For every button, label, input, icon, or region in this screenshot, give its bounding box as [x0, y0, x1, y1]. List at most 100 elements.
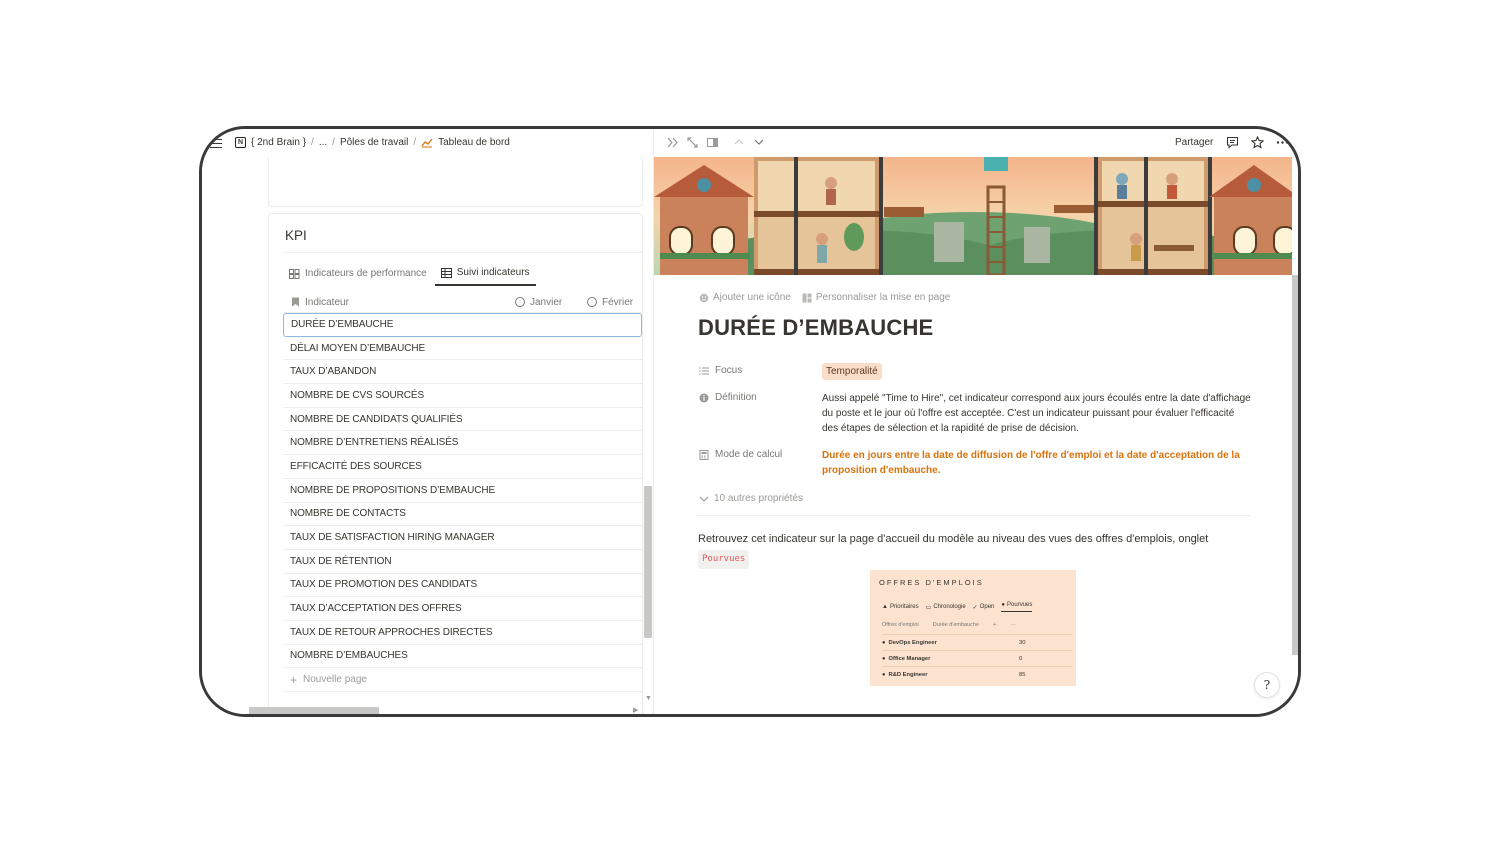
table-row[interactable]: NOMBRE D’EMBAUCHES [283, 645, 642, 669]
chevron-down-icon [699, 496, 709, 502]
column-header-indicateur[interactable]: Indicateur [291, 297, 349, 308]
embed-tab-label: Prioritaires [889, 604, 919, 610]
calc-value[interactable]: Durée en jours entre la date de diffusio… [822, 448, 1252, 478]
column-header-fevrier[interactable]: Février [587, 297, 633, 308]
kpi-title: KPI [285, 228, 307, 243]
embed-row-name: DevOps Engineer [888, 639, 937, 646]
inline-code: Pourvues [698, 550, 750, 569]
plus-icon: + [290, 672, 298, 687]
body-text: Retrouvez cet indicateur sur la page d'a… [698, 533, 1209, 545]
embed-column-header: Offres d'emploi [882, 622, 919, 628]
vertical-scrollbar[interactable] [644, 486, 652, 638]
help-button[interactable]: ? [1254, 672, 1280, 698]
customize-layout-label: Personnaliser la mise en page [815, 292, 951, 303]
table-row[interactable]: TAUX DE RÉTENTION [283, 550, 642, 574]
column-header-label: Indicateur [305, 296, 349, 308]
menu-icon[interactable] [210, 139, 222, 149]
warning-icon: ▲ [882, 604, 888, 610]
table-row[interactable]: TAUX DE RETOUR APPROCHES DIRECTES [283, 621, 642, 645]
page-title[interactable]: DURÉE D’EMBAUCHE [698, 315, 933, 341]
table-row[interactable]: DURÉE D’EMBAUCHE [283, 313, 642, 337]
add-icon-button[interactable]: Ajouter une icône [699, 292, 791, 303]
page-navigation [734, 137, 764, 147]
layout-icon [802, 293, 812, 302]
embed-title: OFFRES D'EMPLOIS [879, 578, 984, 587]
peek-actions [1226, 136, 1289, 149]
more-properties-toggle[interactable]: 10 autres propriétés [699, 493, 803, 504]
table-row[interactable]: NOMBRE DE CONTACTS [283, 503, 642, 527]
person-icon: ● [882, 655, 886, 662]
new-page-button[interactable]: + Nouvelle page [283, 668, 642, 693]
page-body-paragraph[interactable]: Retrouvez cet indicateur sur la page d'a… [698, 531, 1258, 569]
column-header-janvier[interactable]: Janvier [515, 297, 562, 308]
table-row[interactable]: TAUX D’ABANDON [283, 360, 642, 385]
breadcrumb-item-ellipsis[interactable]: ... [319, 137, 327, 148]
focus-tag: Temporalité [822, 363, 882, 380]
gallery-icon [289, 268, 300, 279]
table-row[interactable]: NOMBRE DE CANDIDATS QUALIFIÉS [283, 408, 642, 432]
table-header: Indicateur Janvier Février [283, 292, 642, 313]
person-icon: ● [882, 639, 886, 646]
calendar-icon: ▭ [925, 604, 932, 611]
table-row[interactable]: NOMBRE DE CVS SOURCÉS [283, 384, 642, 408]
focus-label: Focus [715, 365, 743, 376]
breadcrumb-item-dashboard[interactable]: Tableau de bord [438, 137, 510, 148]
embed-tab: ▲ Prioritaires [882, 602, 919, 612]
new-page-label: Nouvelle page [303, 674, 367, 686]
more-options-icon[interactable] [1276, 136, 1289, 149]
embed-tab-label: Chronologie [933, 604, 966, 610]
peek-topbar: Partager [654, 129, 1298, 157]
breadcrumb-item-poles[interactable]: Pôles de travail [340, 137, 408, 148]
left-pane: N { 2nd Brain } / ... / Pôles de travail… [202, 129, 653, 714]
star-icon[interactable] [1251, 136, 1264, 149]
page-scrollbar[interactable] [1292, 275, 1298, 655]
share-button[interactable]: Partager [1175, 137, 1213, 148]
chevron-down-icon[interactable] [754, 137, 764, 147]
filled-circle-icon: ● [1001, 602, 1006, 608]
embed-row-value: 0 [1019, 655, 1023, 662]
column-header-label: Janvier [530, 296, 563, 308]
property-label[interactable]: Mode de calcul [699, 449, 782, 460]
embed-row-name: Office Manager [888, 655, 931, 662]
table-body: DURÉE D’EMBAUCHE DÉLAI MOYEN D’EMBAUCHE … [283, 313, 642, 693]
scroll-down-arrow-icon[interactable]: ▼ [645, 695, 652, 702]
embed-row: ● R&D Engineer 85 [882, 666, 1072, 682]
property-label[interactable]: Définition [699, 392, 757, 403]
horizontal-scrollbar[interactable] [249, 707, 379, 714]
calculator-icon [699, 449, 709, 460]
definition-value[interactable]: Aussi appelé "Time to Hire", cet indicat… [822, 391, 1252, 436]
status-circle-icon [515, 297, 525, 307]
add-icon-label: Ajouter une icône [713, 292, 791, 303]
comment-icon[interactable] [1226, 136, 1239, 149]
embed-tab-label: Open [979, 604, 995, 610]
tab-indicateurs-performance[interactable]: Indicateurs de performance [289, 267, 427, 286]
chevron-up-icon[interactable] [734, 137, 744, 147]
embedded-image[interactable]: OFFRES D'EMPLOIS ▲ Prioritaires ▭ Chronolo… [870, 570, 1076, 686]
tab-suivi-indicateurs[interactable]: Suivi indicateurs [434, 267, 536, 286]
workspace-logo-icon: N [235, 137, 246, 148]
breadcrumb-separator: / [332, 137, 335, 148]
double-chevron-right-icon[interactable] [667, 137, 678, 148]
table-row[interactable]: TAUX D’ACCEPTATION DES OFFRES [283, 597, 642, 621]
calc-label: Mode de calcul [715, 449, 783, 460]
side-peek-icon[interactable] [707, 137, 718, 148]
embed-tab-label: Pourvues [1007, 602, 1033, 608]
table-row[interactable]: TAUX DE SATISFACTION HIRING MANAGER [283, 526, 642, 550]
customize-layout-button[interactable]: Personnaliser la mise en page [802, 292, 951, 303]
table-row[interactable]: NOMBRE DE PROPOSITIONS D’EMBAUCHE [283, 479, 642, 503]
column-header-label: Février [602, 296, 634, 308]
table-row[interactable]: NOMBRE D’ENTRETIENS RÉALISÉS [283, 431, 642, 456]
embed-tab-active: ● Pourvues [1001, 602, 1033, 612]
cover-image[interactable] [654, 157, 1292, 275]
breadcrumb-item-workspace[interactable]: { 2nd Brain } [251, 137, 306, 148]
expand-icon[interactable] [687, 137, 698, 148]
bookmark-icon [292, 297, 299, 307]
property-value[interactable]: Temporalité [822, 363, 1252, 380]
left-topbar: N { 2nd Brain } / ... / Pôles de travail… [202, 129, 653, 157]
table-row[interactable]: TAUX DE PROMOTION DES CANDIDATS [283, 574, 642, 598]
table-row[interactable]: EFFICACITÉ DES SOURCES [283, 455, 642, 479]
info-icon [699, 393, 709, 402]
scroll-right-arrow-icon[interactable]: ▶ [633, 706, 638, 714]
table-row[interactable]: DÉLAI MOYEN D’EMBAUCHE [283, 337, 642, 361]
property-label[interactable]: Focus [699, 365, 742, 376]
